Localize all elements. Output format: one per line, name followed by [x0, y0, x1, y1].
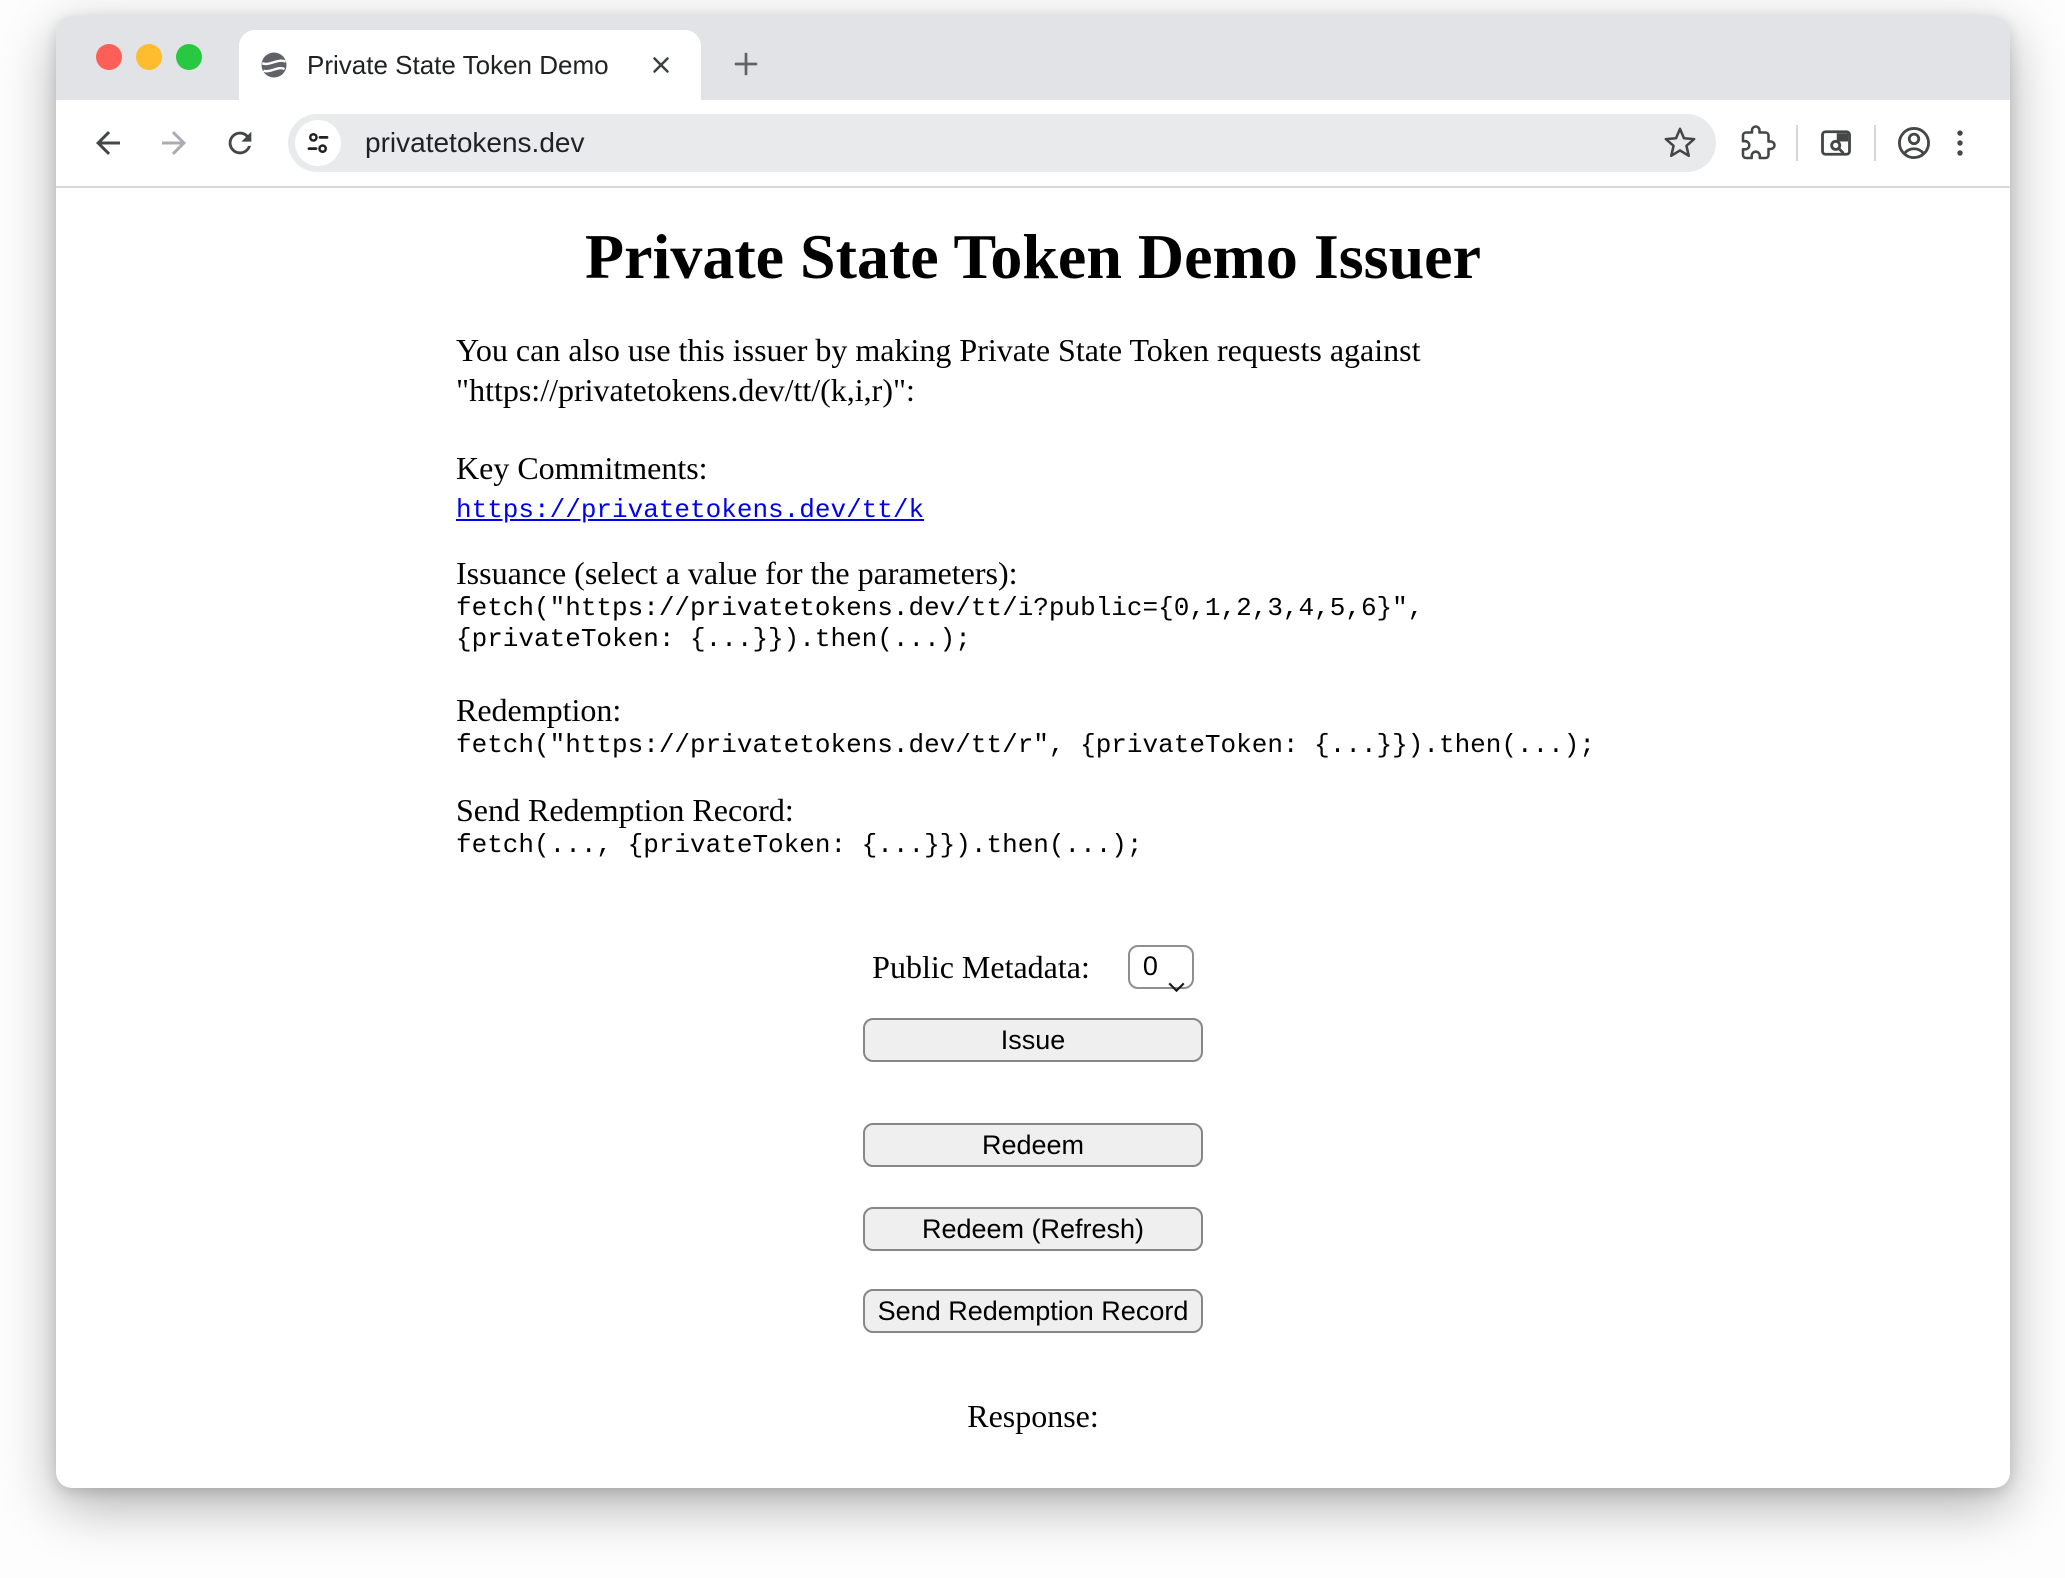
redemption-code: fetch("https://privatetokens.dev/tt/r", …: [456, 730, 1610, 761]
redemption-section: Redemption: fetch("https://privatetokens…: [456, 690, 1610, 761]
arrow-left-icon: [90, 125, 126, 161]
account-circle-icon: [1895, 124, 1933, 162]
issuance-label: Issuance (select a value for the paramet…: [456, 553, 1610, 593]
intro-line1: You can also use this issuer by making P…: [456, 332, 1420, 368]
site-settings-icon[interactable]: [295, 120, 341, 166]
send-redemption-record-code: fetch(..., {privateToken: {...}}).then(.…: [456, 830, 1610, 861]
redeem-button[interactable]: Redeem: [863, 1123, 1203, 1167]
profile-button[interactable]: [1890, 119, 1938, 167]
public-metadata-label: Public Metadata:: [872, 949, 1090, 986]
plus-icon: [731, 49, 761, 79]
browser-tab[interactable]: Private State Token Demo: [239, 30, 701, 100]
globe-favicon: [259, 50, 289, 80]
back-button[interactable]: [84, 119, 132, 167]
public-metadata-select-wrap: 0: [1128, 945, 1194, 989]
puzzle-icon: [1740, 125, 1776, 161]
issuance-code-line2: {privateToken: {...}}).then(...);: [456, 624, 1610, 655]
close-window-button[interactable]: [96, 44, 122, 70]
tab-strip: Private State Token Demo: [56, 16, 2010, 100]
send-redemption-record-label: Send Redemption Record:: [456, 790, 1610, 830]
reload-button[interactable]: [216, 119, 264, 167]
issuance-code-line1: fetch("https://privatetokens.dev/tt/i?pu…: [456, 593, 1610, 624]
browser-window: Private State Token Demo: [56, 16, 2010, 1488]
key-commitments-label: Key Commitments:: [456, 448, 1610, 488]
side-panel-search-icon: [1818, 125, 1854, 161]
page-title: Private State Token Demo Issuer: [56, 222, 2010, 292]
demo-form: Public Metadata: 0 Issue Redeem Redeem (…: [56, 945, 2010, 1436]
toolbar-actions: [1734, 119, 1982, 167]
new-tab-button[interactable]: [724, 42, 768, 86]
public-metadata-row: Public Metadata: 0: [56, 945, 2010, 989]
arrow-right-icon: [156, 125, 192, 161]
browser-toolbar: privatetokens.dev: [56, 100, 2010, 188]
intro-paragraph: You can also use this issuer by making P…: [456, 330, 1610, 410]
reload-icon: [223, 126, 257, 160]
toolbar-divider: [1874, 125, 1876, 161]
key-commitments-link[interactable]: https://privatetokens.dev/tt/k: [456, 495, 924, 525]
search-side-panel-button[interactable]: [1812, 119, 1860, 167]
tab-close-icon[interactable]: [641, 45, 681, 85]
redemption-label: Redemption:: [456, 690, 1610, 730]
zoom-window-button[interactable]: [176, 44, 202, 70]
intro-line2: "https://privatetokens.dev/tt/(k,i,r)":: [456, 372, 915, 408]
page-content: Private State Token Demo Issuer You can …: [56, 188, 2010, 1486]
issuance-section: Issuance (select a value for the paramet…: [456, 553, 1610, 655]
response-label: Response:: [56, 1396, 2010, 1436]
star-icon: [1663, 126, 1697, 160]
window-controls: [96, 44, 202, 70]
send-redemption-record-section: Send Redemption Record: fetch(..., {priv…: [456, 790, 1610, 861]
menu-button[interactable]: [1938, 119, 1982, 167]
extensions-button[interactable]: [1734, 119, 1782, 167]
send-redemption-record-button[interactable]: Send Redemption Record: [863, 1289, 1203, 1333]
tab-title: Private State Token Demo: [307, 50, 641, 81]
issue-button[interactable]: Issue: [863, 1018, 1203, 1062]
key-commitments-section: Key Commitments: https://privatetokens.d…: [456, 448, 1610, 530]
public-metadata-select[interactable]: 0: [1128, 945, 1194, 989]
url-text: privatetokens.dev: [365, 127, 1658, 159]
forward-button[interactable]: [150, 119, 198, 167]
toolbar-divider: [1796, 125, 1798, 161]
three-dots-icon: [1943, 126, 1977, 160]
bookmark-star-button[interactable]: [1658, 121, 1702, 165]
minimize-window-button[interactable]: [136, 44, 162, 70]
url-bar[interactable]: privatetokens.dev: [288, 114, 1716, 172]
redeem-refresh-button[interactable]: Redeem (Refresh): [863, 1207, 1203, 1251]
page-body-text: You can also use this issuer by making P…: [456, 330, 1610, 861]
